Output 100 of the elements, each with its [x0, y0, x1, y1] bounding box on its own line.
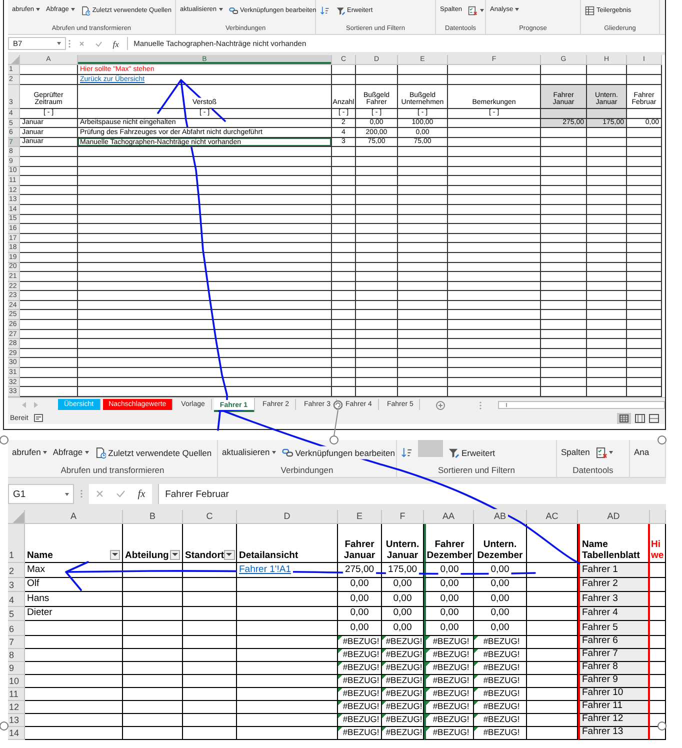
table-cell — [398, 348, 448, 358]
ribbon-button[interactable] — [594, 447, 614, 458]
column-header[interactable]: A — [25, 510, 123, 524]
table-cell — [541, 243, 587, 253]
grip-icon[interactable] — [479, 400, 482, 410]
table-cell — [398, 186, 448, 196]
resize-handle[interactable] — [0, 722, 8, 730]
table-cell — [541, 282, 587, 292]
ribbon-button[interactable]: Erweitert — [447, 447, 496, 458]
rotate-handle-icon[interactable] — [333, 400, 343, 410]
table-cell: 0,00 — [424, 606, 474, 621]
row-header[interactable]: 10 — [8, 674, 25, 688]
table-cell — [627, 348, 662, 358]
ribbon-button[interactable]: Spalten — [560, 447, 591, 457]
row-header[interactable]: 1 — [8, 524, 25, 563]
row-header[interactable]: 9 — [8, 662, 25, 674]
column-header[interactable]: C — [183, 510, 237, 524]
column-header[interactable]: E — [338, 510, 382, 524]
table-cell: Fahrer 2 — [578, 578, 650, 592]
header-cell: Hi we — [650, 524, 666, 563]
table-cell: #BEZUG! — [382, 662, 424, 674]
table-cell — [541, 300, 587, 310]
column-header[interactable]: AB — [474, 510, 527, 524]
table-cell: #BEZUG! — [424, 648, 474, 662]
page-break-icon[interactable] — [649, 414, 659, 422]
table-cell: Olf — [25, 578, 123, 592]
table-cell — [587, 243, 627, 253]
table-cell — [541, 176, 587, 186]
table-cell — [587, 195, 627, 205]
add-sheet-icon[interactable] — [436, 400, 446, 410]
table-cell — [20, 310, 78, 320]
row-header[interactable]: 7 — [8, 636, 25, 648]
ribbon-button[interactable]: Verknüpfungen bearbeiten — [280, 447, 396, 458]
table-cell — [541, 310, 587, 320]
table-cell — [183, 578, 237, 592]
ribbon-button[interactable] — [467, 6, 485, 16]
column-header[interactable]: AC — [527, 510, 578, 524]
table-cell — [627, 65, 662, 75]
row-header[interactable]: 14 — [8, 726, 25, 740]
name-box[interactable]: G1 — [8, 484, 74, 504]
column-header[interactable]: D — [237, 510, 338, 524]
formula-field[interactable]: Fahrer Februar — [158, 484, 666, 504]
row-header[interactable]: 8 — [8, 648, 25, 662]
ribbon-button[interactable]: Abfrage — [52, 447, 90, 457]
table-cell — [356, 348, 398, 358]
column-header[interactable]: AA — [424, 510, 474, 524]
resize-handle[interactable] — [330, 436, 338, 444]
row-header[interactable]: 13 — [8, 714, 25, 726]
row-header[interactable]: 12 — [8, 700, 25, 714]
table-icon — [585, 6, 594, 16]
column-heading: Name — [27, 550, 53, 561]
row-header[interactable]: 6 — [8, 621, 25, 636]
table-cell — [587, 310, 627, 320]
row-header[interactable]: 5 — [8, 606, 25, 621]
table-cell: #BEZUG! — [338, 662, 382, 674]
filter-button[interactable] — [224, 550, 235, 560]
table-cell — [20, 300, 78, 310]
column-header[interactable]: AD — [578, 510, 650, 524]
column-header[interactable]: B — [123, 510, 183, 524]
horizontal-scrollbar[interactable] — [498, 401, 665, 409]
check-icon[interactable] — [114, 488, 126, 500]
resize-handle[interactable] — [658, 436, 666, 444]
cancel-icon[interactable] — [76, 38, 86, 48]
row-header[interactable]: 4 — [8, 592, 25, 606]
table-cell — [627, 272, 662, 282]
table-cell: #BEZUG! — [382, 674, 424, 688]
row-header[interactable]: 11 — [8, 688, 25, 700]
row-header[interactable]: 3 — [8, 578, 25, 592]
ribbon-button[interactable]: Zuletzt verwendete Quellen — [94, 447, 213, 458]
ribbon-button[interactable]: abrufen — [11, 447, 48, 457]
table-cell: Fahrer 6 — [578, 636, 650, 648]
table-cell — [20, 224, 78, 234]
table-cell — [332, 291, 356, 301]
table-cell — [587, 176, 627, 186]
row-header[interactable]: 2 — [8, 563, 25, 578]
table-cell — [398, 176, 448, 186]
table-cell — [650, 688, 666, 700]
page-layout-icon[interactable] — [635, 414, 645, 422]
resize-handle[interactable] — [0, 436, 8, 444]
link[interactable]: Fahrer 1'!A1 — [239, 564, 291, 575]
filter-button[interactable] — [170, 550, 180, 560]
column-header[interactable]: F — [382, 510, 424, 524]
table-cell — [541, 252, 587, 262]
macro-record-icon[interactable] — [34, 414, 44, 422]
table-cell — [20, 156, 78, 167]
table-cell — [356, 204, 398, 215]
table-cell — [650, 606, 666, 621]
ribbon-button[interactable] — [319, 6, 330, 16]
function-button[interactable]: fx — [136, 488, 148, 500]
ribbon-button[interactable]: Ana — [633, 447, 650, 457]
function-button[interactable]: fx — [110, 38, 121, 48]
table-cell — [541, 156, 587, 167]
table-cell — [183, 662, 237, 674]
ribbon-button[interactable]: aktualisieren — [221, 447, 277, 457]
table-cell — [541, 65, 587, 75]
table-cell — [627, 214, 662, 224]
normal-view-icon[interactable] — [617, 412, 631, 424]
resize-handle[interactable] — [658, 722, 666, 730]
ribbon-button[interactable] — [400, 447, 414, 458]
filter-button[interactable] — [110, 550, 120, 560]
